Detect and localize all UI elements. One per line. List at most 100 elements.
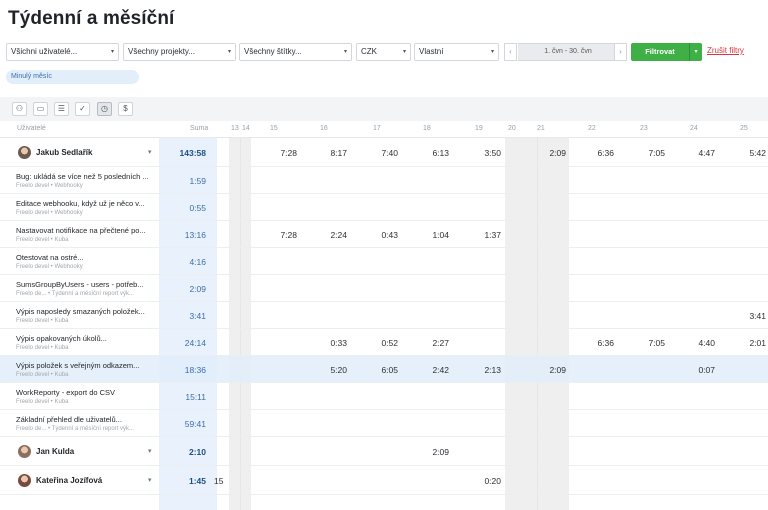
task-name[interactable]: Výpis položek s veřejným odkazem... xyxy=(16,361,139,370)
row-sum: 2:10 xyxy=(188,447,206,457)
task-name[interactable]: SumsGroupByUsers - users - potřeb... xyxy=(16,280,144,289)
chevron-down-icon[interactable]: ▾ xyxy=(148,447,152,455)
task-row[interactable]: Nastavovat notifikace na přečtené po... F… xyxy=(0,221,768,248)
user-name: Kateřina Jozífová xyxy=(36,476,103,485)
task-row[interactable]: Výpis naposledy smazaných položek... Free… xyxy=(0,302,768,329)
task-row[interactable]: Výpis položek s veřejným odkazem... Freel… xyxy=(0,356,768,383)
users-column-header: Uživatelé xyxy=(17,125,46,132)
avatar xyxy=(18,146,31,159)
overflow-value: 15 xyxy=(214,476,224,486)
users-select-value: Všichni uživatelé... xyxy=(11,47,78,56)
day-value: 0:07 xyxy=(698,365,715,375)
user-name: Jakub Sedlařík xyxy=(36,148,93,157)
day-value: 7:28 xyxy=(280,148,297,158)
day-value: 0:20 xyxy=(484,476,501,486)
task-name[interactable]: Bug: ukládá se více než 5 posledních ... xyxy=(16,172,149,181)
user-row[interactable]: Jan Kulda ▾ 2:10 2:09 xyxy=(0,437,768,466)
day-header: 24 xyxy=(690,125,698,132)
chevron-down-icon[interactable]: ▾ xyxy=(148,476,152,484)
task-row[interactable]: WorkReporty - export do CSV Freelo devel … xyxy=(0,383,768,410)
date-range-field[interactable]: 1. čvn - 30. čvn xyxy=(518,43,618,61)
day-value: 2:42 xyxy=(432,365,449,375)
day-value: 6:36 xyxy=(597,148,614,158)
row-sum: 24:14 xyxy=(184,338,206,348)
day-value: 6:36 xyxy=(597,338,614,348)
day-value: 3:41 xyxy=(749,311,766,321)
task-project: Freelo de... • Týdenní a měsíční report … xyxy=(16,291,135,297)
task-name[interactable]: Základní přehled dle uživatelů... xyxy=(16,415,122,424)
user-row[interactable]: Kateřina Jozífová ▾ 1:45 0:20 15 xyxy=(0,466,768,495)
chevron-down-icon[interactable]: ▾ xyxy=(148,148,152,156)
tags-select[interactable]: Všechny štítky... ▾ xyxy=(239,43,352,61)
day-value: 7:05 xyxy=(648,148,665,158)
projects-select[interactable]: Všechny projekty... ▾ xyxy=(123,43,236,61)
task-project: Freelo devel • Kuba xyxy=(16,372,69,378)
day-value: 6:05 xyxy=(381,365,398,375)
task-name[interactable]: Výpis naposledy smazaných položek... xyxy=(16,307,145,316)
task-name[interactable]: Editace webhooku, když už je něco v... xyxy=(16,199,145,208)
avatar xyxy=(18,474,31,487)
row-sum: 0:55 xyxy=(189,203,206,213)
task-project: Freelo devel • Kuba xyxy=(16,399,69,405)
task-row[interactable]: Bug: ukládá se více než 5 posledních ...… xyxy=(0,167,768,194)
folder-icon[interactable]: ▭ xyxy=(33,102,48,116)
clock-icon[interactable]: ◷ xyxy=(97,102,112,116)
row-sum: 4:16 xyxy=(189,257,206,267)
next-period-button[interactable]: › xyxy=(614,43,627,61)
day-value: 5:42 xyxy=(749,148,766,158)
filter-button[interactable]: Filtrovat xyxy=(631,43,689,61)
task-project: Freelo devel • Webhooky xyxy=(16,183,83,189)
task-row[interactable]: Otestovat na ostré... Freelo devel • Webh… xyxy=(0,248,768,275)
currency-select-value: CZK xyxy=(361,47,377,56)
period-chip[interactable]: Minulý měsíc xyxy=(6,70,139,84)
day-value: 6:13 xyxy=(432,148,449,158)
task-name[interactable]: Výpis opakovaných úkolů... xyxy=(16,334,107,343)
filter-dropdown-button[interactable]: ▾ xyxy=(689,43,702,61)
chevron-down-icon: ▾ xyxy=(227,49,231,55)
chevron-down-icon: ▾ xyxy=(343,49,347,55)
period-select[interactable]: Vlastní ▾ xyxy=(414,43,499,61)
dollar-icon[interactable]: $ xyxy=(118,102,133,116)
chevron-down-icon: ▾ xyxy=(402,49,406,55)
day-value: 0:52 xyxy=(381,338,398,348)
day-header: 14 xyxy=(242,125,250,132)
check-circle-icon[interactable]: ✓ xyxy=(75,102,90,116)
task-name[interactable]: Otestovat na ostré... xyxy=(16,253,84,262)
page-title: Týdenní a měsíční xyxy=(8,8,175,29)
users-icon[interactable]: ⚇ xyxy=(12,102,27,116)
day-value: 2:13 xyxy=(484,365,501,375)
sum-column-header: Suma xyxy=(190,125,209,132)
day-header: 19 xyxy=(475,125,483,132)
task-row[interactable]: SumsGroupByUsers - users - potřeb... Free… xyxy=(0,275,768,302)
chevron-down-icon: ▾ xyxy=(490,49,494,55)
grid-header: Uživatelé Suma 13 14 15 16 17 18 19 20 21 22 23 24 2… xyxy=(0,121,768,138)
user-row[interactable]: Jakub Sedlařík ▾ 143:58 7:28 8:17 7:40 6:13 3:5… xyxy=(0,138,768,167)
row-sum: 3:41 xyxy=(189,311,206,321)
user-name: Jan Kulda xyxy=(36,447,75,456)
task-name[interactable]: Nastavovat notifikace na přečtené po... xyxy=(16,226,146,235)
row-sum: 143:58 xyxy=(179,148,206,158)
day-value: 7:28 xyxy=(280,230,297,240)
day-header: 18 xyxy=(423,125,431,132)
row-sum: 59:41 xyxy=(184,419,206,429)
day-header: 25 xyxy=(740,125,748,132)
filter-bar: Všichni uživatelé... ▾ Všechny projekty.… xyxy=(6,43,766,61)
cancel-filters-link[interactable]: Zrušit filtry xyxy=(707,46,744,55)
task-row[interactable]: Základní přehled dle uživatelů... Freelo … xyxy=(0,410,768,437)
prev-period-button[interactable]: ‹ xyxy=(504,43,517,61)
report-grid: Uživatelé Suma 13 14 15 16 17 18 19 20 21 22 23 24 2… xyxy=(0,121,768,510)
currency-select[interactable]: CZK ▾ xyxy=(356,43,411,61)
task-name[interactable]: WorkReporty - export do CSV xyxy=(16,388,115,397)
task-project: Freelo devel • Kuba xyxy=(16,345,69,351)
day-value: 2:24 xyxy=(330,230,347,240)
task-row[interactable]: Výpis opakovaných úkolů... Freelo devel •… xyxy=(0,329,768,356)
day-value: 2:01 xyxy=(749,338,766,348)
day-value: 0:33 xyxy=(330,338,347,348)
task-project: Freelo devel • Kuba xyxy=(16,318,69,324)
task-row[interactable]: Editace webhooku, když už je něco v... Fr… xyxy=(0,194,768,221)
row-sum: 18:36 xyxy=(184,365,206,375)
day-value: 7:40 xyxy=(381,148,398,158)
day-value: 4:40 xyxy=(698,338,715,348)
users-select[interactable]: Všichni uživatelé... ▾ xyxy=(6,43,119,61)
list-icon[interactable]: ☰ xyxy=(54,102,69,116)
